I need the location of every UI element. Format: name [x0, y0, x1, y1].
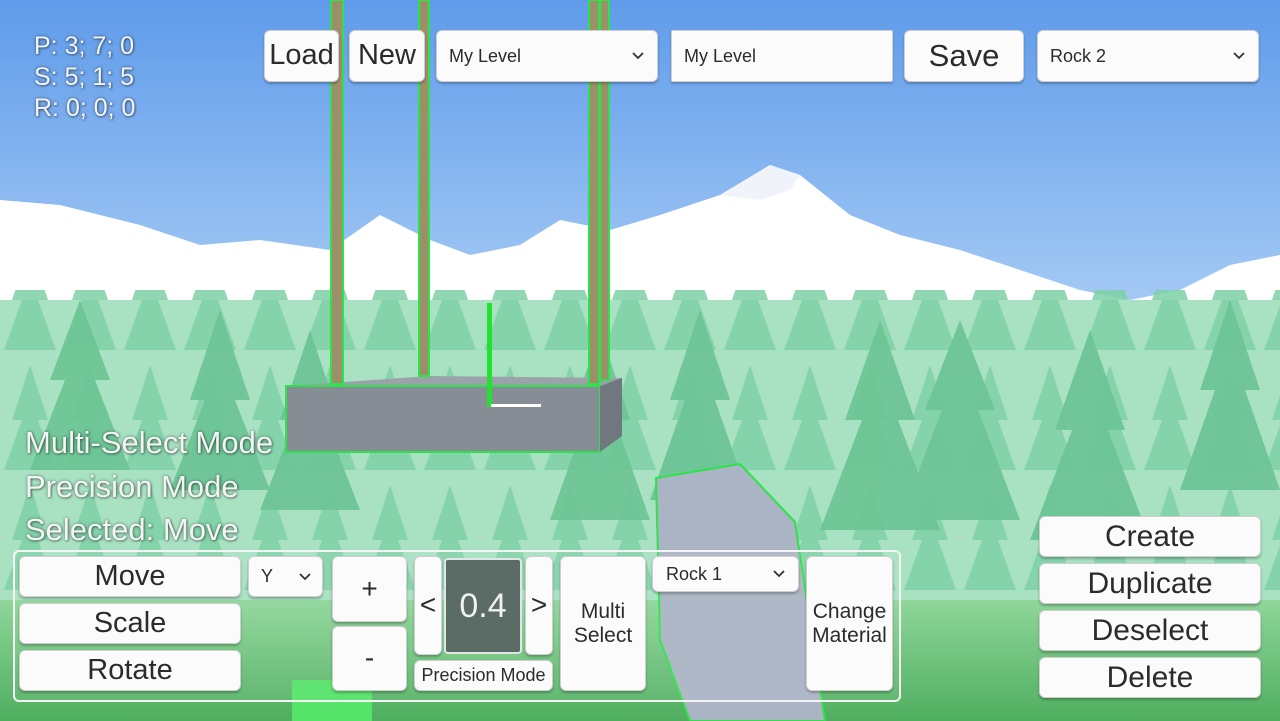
- material-select-value: Rock 1: [666, 563, 723, 584]
- increment-button[interactable]: +: [332, 556, 407, 622]
- step-value-display: 0.4: [444, 558, 522, 654]
- decrement-button[interactable]: -: [332, 626, 407, 691]
- precision-mode-status: Precision Mode: [25, 469, 239, 504]
- chevron-down-icon: [632, 52, 644, 60]
- move-button[interactable]: Move: [19, 556, 241, 597]
- axis-select-value: Y: [261, 566, 274, 586]
- chevron-down-icon: [1233, 52, 1245, 60]
- load-button[interactable]: Load: [264, 30, 339, 82]
- multi-select-label-line1: Multi: [580, 600, 626, 624]
- scale-readout: S: 5; 1; 5: [34, 63, 135, 91]
- step-decrease-button[interactable]: <: [414, 556, 442, 655]
- create-button[interactable]: Create: [1039, 516, 1261, 557]
- step-value: 0.4: [459, 586, 507, 625]
- level-select-value: My Level: [449, 45, 522, 66]
- selected-tool-status: Selected: Move: [25, 512, 239, 547]
- object-select-dropdown[interactable]: Rock 2: [1037, 30, 1259, 82]
- chevron-down-icon: [773, 570, 785, 578]
- position-readout: P: 3; 7; 0: [34, 32, 135, 60]
- chevron-down-icon: [299, 572, 311, 580]
- duplicate-button[interactable]: Duplicate: [1039, 563, 1261, 604]
- level-select-dropdown[interactable]: My Level: [436, 30, 658, 82]
- deselect-button[interactable]: Deselect: [1039, 610, 1261, 651]
- multi-select-label-line2: Select: [573, 623, 633, 647]
- multi-select-button[interactable]: Multi Select: [560, 556, 646, 691]
- rotation-readout: R: 0; 0; 0: [34, 94, 136, 122]
- change-material-label-line2: Material: [812, 623, 887, 647]
- material-select-dropdown[interactable]: Rock 1: [652, 556, 799, 592]
- save-button[interactable]: Save: [904, 30, 1024, 82]
- level-name-value: My Level: [684, 45, 757, 66]
- multi-select-mode-status: Multi-Select Mode: [25, 425, 274, 460]
- precision-mode-button[interactable]: Precision Mode: [414, 660, 553, 691]
- change-material-button[interactable]: Change Material: [806, 556, 893, 691]
- scale-button[interactable]: Scale: [19, 603, 241, 644]
- rotate-button[interactable]: Rotate: [19, 650, 241, 691]
- step-increase-button[interactable]: >: [525, 556, 553, 655]
- level-name-input[interactable]: My Level: [671, 30, 893, 82]
- object-select-value: Rock 2: [1050, 45, 1107, 66]
- delete-button[interactable]: Delete: [1039, 657, 1261, 698]
- axis-select-dropdown[interactable]: Y: [248, 556, 323, 597]
- new-button[interactable]: New: [349, 30, 425, 82]
- change-material-label-line1: Change: [812, 600, 887, 624]
